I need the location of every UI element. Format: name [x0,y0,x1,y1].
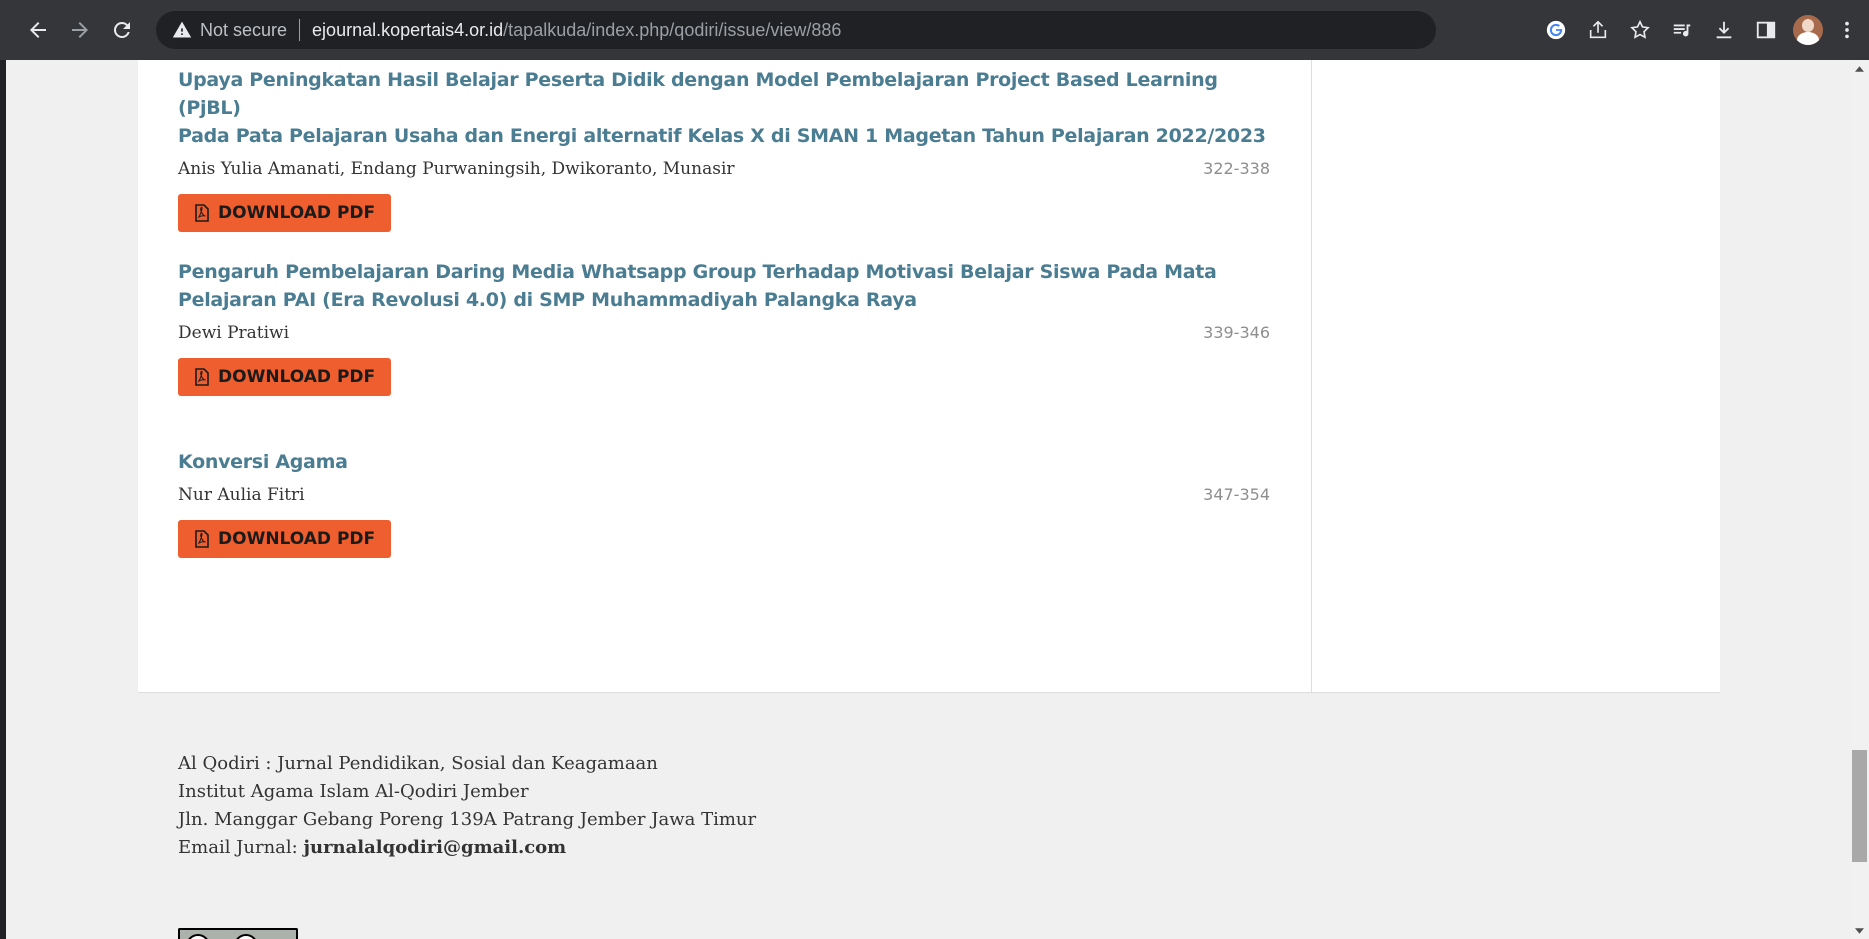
creative-commons-license-badge[interactable] [178,928,298,939]
download-pdf-label: DOWNLOAD PDF [218,529,376,549]
page-viewport: Upaya Peningkatan Hasil Belajar Peserta … [6,60,1850,939]
article-title-line[interactable]: Pelajaran PAI (Era Revolusi 4.0) di SMP … [178,286,1270,314]
url-host: ejournal.kopertais4.or.id [312,19,504,40]
side-panel-icon [1756,21,1776,39]
by-icon [234,934,258,939]
more-vert-icon [1845,21,1849,39]
download-pdf-button[interactable]: DOWNLOAD PDF [178,358,392,396]
browser-toolbar: Not secure ejournal.kopertais4.or.id /ta… [0,0,1869,60]
warning-icon [172,20,192,40]
article-meta: Nur Aulia Fitri 347-354 [178,482,1270,508]
cc-icon [186,934,210,939]
main-content: Upaya Peningkatan Hasil Belajar Peserta … [138,60,1311,692]
reload-icon [113,21,130,38]
footer-address: Jln. Manggar Gebang Poreng 139A Patrang … [178,809,757,830]
reload-button[interactable] [102,10,142,50]
not-secure-label[interactable]: Not secure [200,20,287,41]
vertical-scrollbar[interactable] [1850,60,1869,939]
pdf-file-icon [194,204,210,222]
article-authors: Dewi Pratiwi [178,323,290,343]
sidebar [1311,60,1720,692]
article-pages: 339-346 [1203,323,1270,342]
arrow-right-icon [72,22,88,38]
arrow-left-icon [30,22,46,38]
download-icon [1716,21,1732,39]
article-title-link[interactable]: Pengaruh Pembelajaran Daring Media Whats… [178,258,1270,314]
queue-music-icon [1673,24,1691,37]
article-item: Upaya Peningkatan Hasil Belajar Peserta … [178,66,1270,232]
back-button[interactable] [18,10,58,50]
side-panel-button[interactable] [1745,10,1787,50]
star-icon [1630,19,1650,39]
footer-email-label: Email Jurnal: [178,837,304,858]
avatar [1793,15,1823,45]
toolbar-actions [1535,10,1869,50]
address-bar[interactable]: Not secure ejournal.kopertais4.or.id /ta… [156,11,1436,49]
article-authors: Anis Yulia Amanati, Endang Purwaningsih,… [178,159,735,179]
article-title-link[interactable]: Konversi Agama [178,448,1270,476]
menu-button[interactable] [1829,10,1865,50]
article-title-link[interactable]: Upaya Peningkatan Hasil Belajar Peserta … [178,66,1270,150]
pdf-file-icon [194,530,210,548]
article-pages: 322-338 [1203,159,1270,178]
article-meta: Dewi Pratiwi 339-346 [178,320,1270,346]
download-pdf-button[interactable]: DOWNLOAD PDF [178,194,392,232]
divider [138,692,1720,693]
downloads-button[interactable] [1703,10,1745,50]
article-pages: 347-354 [1203,485,1270,504]
footer-email-line: Email Jurnal: jurnalalqodiri@gmail.com [178,834,756,862]
footer-institution: Institut Agama Islam Al-Qodiri Jember [178,781,529,802]
google-lens-button[interactable] [1535,10,1577,50]
download-pdf-label: DOWNLOAD PDF [218,203,376,223]
bookmark-button[interactable] [1619,10,1661,50]
profile-button[interactable] [1787,10,1829,50]
article-authors: Nur Aulia Fitri [178,485,305,505]
article-title-line[interactable]: Pengaruh Pembelajaran Daring Media Whats… [178,258,1270,286]
caret-down-icon [1855,927,1864,934]
google-icon [1546,20,1566,40]
article-title-line[interactable]: Upaya Peningkatan Hasil Belajar Peserta … [178,66,1270,122]
divider [299,19,301,41]
article-item: Konversi Agama Nur Aulia Fitri 347-354 D… [178,448,1270,558]
article-title-line[interactable]: Pada Pata Pelajaran Usaha dan Energi alt… [178,122,1270,150]
share-icon [1589,20,1607,39]
share-button[interactable] [1577,10,1619,50]
article-item: Pengaruh Pembelajaran Daring Media Whats… [178,258,1270,396]
article-title-line[interactable]: Konversi Agama [178,448,1270,476]
footer: Al Qodiri : Jurnal Pendidikan, Sosial da… [178,750,756,862]
footer-email[interactable]: jurnalalqodiri@gmail.com [303,837,566,858]
page-container: Upaya Peningkatan Hasil Belajar Peserta … [138,60,1720,939]
scrollbar-thumb[interactable] [1852,750,1867,862]
url-path: /tapalkuda/index.php/qodiri/issue/view/8… [503,19,842,40]
article-meta: Anis Yulia Amanati, Endang Purwaningsih,… [178,156,1270,182]
download-pdf-button[interactable]: DOWNLOAD PDF [178,520,392,558]
scroll-up-arrow[interactable] [1850,60,1869,77]
scroll-down-arrow[interactable] [1850,922,1869,939]
media-controls-button[interactable] [1661,10,1703,50]
download-pdf-label: DOWNLOAD PDF [218,367,376,387]
pdf-file-icon [194,368,210,386]
footer-journal-name: Al Qodiri : Jurnal Pendidikan, Sosial da… [178,753,658,774]
forward-button[interactable] [60,10,100,50]
caret-up-icon [1855,65,1864,72]
